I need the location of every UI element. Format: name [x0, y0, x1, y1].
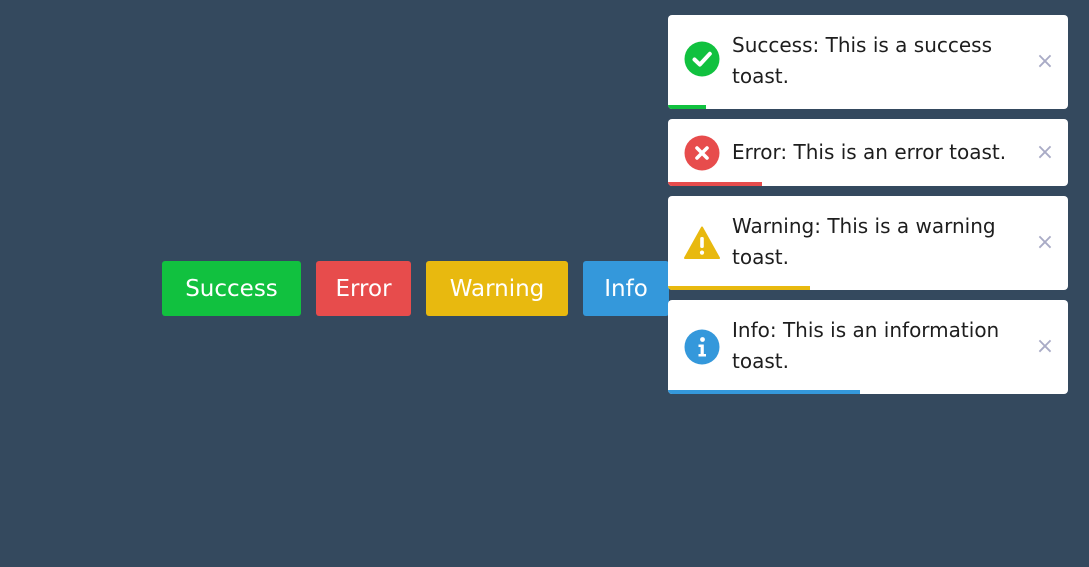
toast-demo-page: Success Error Warning Info Success: This… — [0, 0, 1089, 567]
warning-button[interactable]: Warning — [426, 261, 568, 316]
toast-message: Warning: This is a warning toast. — [732, 214, 996, 269]
toast-message: Error: This is an error toast. — [732, 140, 1007, 164]
error-toast: Error: This is an error toast. × — [668, 119, 1068, 186]
warning-triangle-icon — [684, 225, 720, 261]
info-toast: Info: This is an information toast. × — [668, 300, 1068, 394]
toast-message: Info: This is an information toast. — [732, 318, 1000, 373]
toast-progress-bar — [668, 390, 860, 394]
toast-progress-bar — [668, 105, 706, 109]
close-icon[interactable]: × — [1034, 232, 1056, 254]
warning-toast: Warning: This is a warning toast. × — [668, 196, 1068, 290]
x-circle-icon — [684, 135, 720, 171]
error-button[interactable]: Error — [316, 261, 411, 316]
close-icon[interactable]: × — [1034, 336, 1056, 358]
toast-progress-bar — [668, 286, 810, 290]
info-circle-icon — [684, 329, 720, 365]
close-icon[interactable]: × — [1034, 142, 1056, 164]
success-toast: Success: This is a success toast. × — [668, 15, 1068, 109]
close-icon[interactable]: × — [1034, 51, 1056, 73]
check-circle-icon — [684, 41, 720, 77]
success-button[interactable]: Success — [162, 261, 301, 316]
toast-progress-bar — [668, 182, 762, 186]
toast-message: Success: This is a success toast. — [732, 33, 993, 88]
info-button[interactable]: Info — [583, 261, 669, 316]
